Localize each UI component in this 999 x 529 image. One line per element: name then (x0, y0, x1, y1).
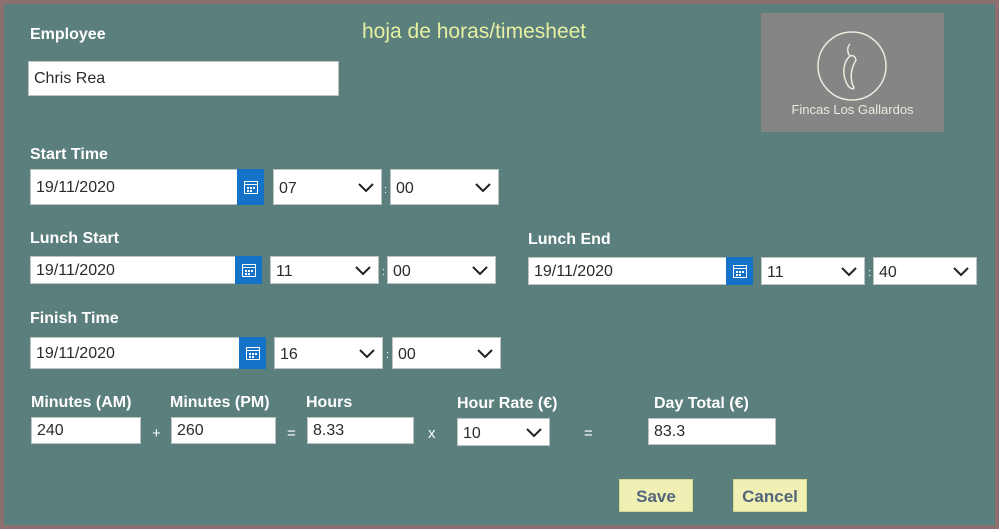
day-total-label: Day Total (€) (654, 395, 749, 412)
chevron-down-icon (475, 183, 491, 193)
lunch-end-date-input[interactable]: 19/11/2020 (528, 257, 727, 285)
chevron-down-icon (477, 349, 493, 359)
minutes-pm-field[interactable]: 260 (171, 417, 276, 444)
lunch-start-label: Lunch Start (30, 230, 119, 247)
lunch-start-hour-select[interactable]: 11 (270, 256, 379, 284)
day-total-field[interactable]: 83.3 (648, 418, 776, 445)
cancel-button[interactable]: Cancel (733, 479, 807, 512)
lunch-start-separator: : (382, 266, 386, 278)
logo-text: Fincas Los Gallardos (791, 102, 914, 117)
calendar-icon (732, 264, 747, 278)
multiply-operator: x (428, 425, 436, 442)
lunch-end-minute-select[interactable]: 40 (873, 257, 977, 285)
start-hour-value: 07 (279, 180, 297, 197)
employee-label: Employee (30, 26, 106, 43)
minutes-pm-label: Minutes (PM) (170, 394, 270, 411)
chevron-down-icon (359, 349, 375, 359)
start-time-label: Start Time (30, 146, 108, 163)
lunch-start-minute-select[interactable]: 00 (387, 256, 496, 284)
start-minute-value: 00 (396, 180, 414, 197)
chevron-down-icon (526, 428, 542, 438)
chevron-down-icon (355, 266, 371, 276)
hour-rate-select[interactable]: 10 (457, 418, 550, 446)
finish-minute-value: 00 (398, 346, 416, 363)
page-title: hoja de horas/timesheet (362, 20, 587, 43)
hour-rate-value: 10 (463, 425, 481, 442)
lunch-start-hour-value: 11 (276, 263, 293, 280)
chevron-down-icon (841, 267, 857, 277)
equals-operator: = (287, 425, 296, 442)
lunch-start-calendar-button[interactable] (235, 256, 262, 284)
finish-time-label: Finish Time (30, 310, 119, 327)
company-logo: Fincas Los Gallardos (761, 13, 944, 132)
plus-operator: + (152, 425, 161, 442)
finish-date-input[interactable]: 19/11/2020 (30, 337, 240, 369)
chili-pepper-icon (817, 31, 887, 101)
finish-hour-value: 16 (280, 346, 298, 363)
hours-field[interactable]: 8.33 (307, 417, 414, 444)
finish-date-calendar-button[interactable] (239, 337, 266, 369)
lunch-end-label: Lunch End (528, 231, 611, 248)
calendar-icon (243, 180, 258, 194)
minutes-am-label: Minutes (AM) (31, 394, 132, 411)
start-minute-select[interactable]: 00 (390, 169, 499, 205)
chevron-down-icon (472, 266, 488, 276)
calendar-icon (241, 263, 256, 277)
chevron-down-icon (953, 267, 969, 277)
employee-input[interactable]: Chris Rea (28, 61, 339, 96)
timesheet-screen: hoja de horas/timesheet Fincas Los Galla… (0, 0, 999, 529)
start-date-calendar-button[interactable] (237, 169, 264, 205)
lunch-end-separator: : (868, 267, 872, 279)
start-time-separator: : (384, 184, 388, 196)
lunch-end-hour-select[interactable]: 11 (761, 257, 865, 285)
chevron-down-icon (358, 183, 374, 193)
equals-operator-2: = (584, 425, 593, 442)
finish-time-separator: : (386, 349, 390, 361)
hour-rate-label: Hour Rate (€) (457, 395, 558, 412)
lunch-start-date-input[interactable]: 19/11/2020 (30, 256, 236, 284)
lunch-end-minute-value: 40 (879, 264, 897, 281)
start-date-input[interactable]: 19/11/2020 (30, 169, 238, 205)
lunch-end-calendar-button[interactable] (726, 257, 753, 285)
finish-hour-select[interactable]: 16 (274, 337, 383, 369)
hours-label: Hours (306, 394, 353, 411)
lunch-end-hour-value: 11 (767, 264, 784, 281)
finish-minute-select[interactable]: 00 (392, 337, 501, 369)
minutes-am-field[interactable]: 240 (31, 417, 141, 444)
save-button[interactable]: Save (619, 479, 693, 512)
start-hour-select[interactable]: 07 (273, 169, 382, 205)
calendar-icon (245, 346, 260, 360)
lunch-start-minute-value: 00 (393, 263, 411, 280)
